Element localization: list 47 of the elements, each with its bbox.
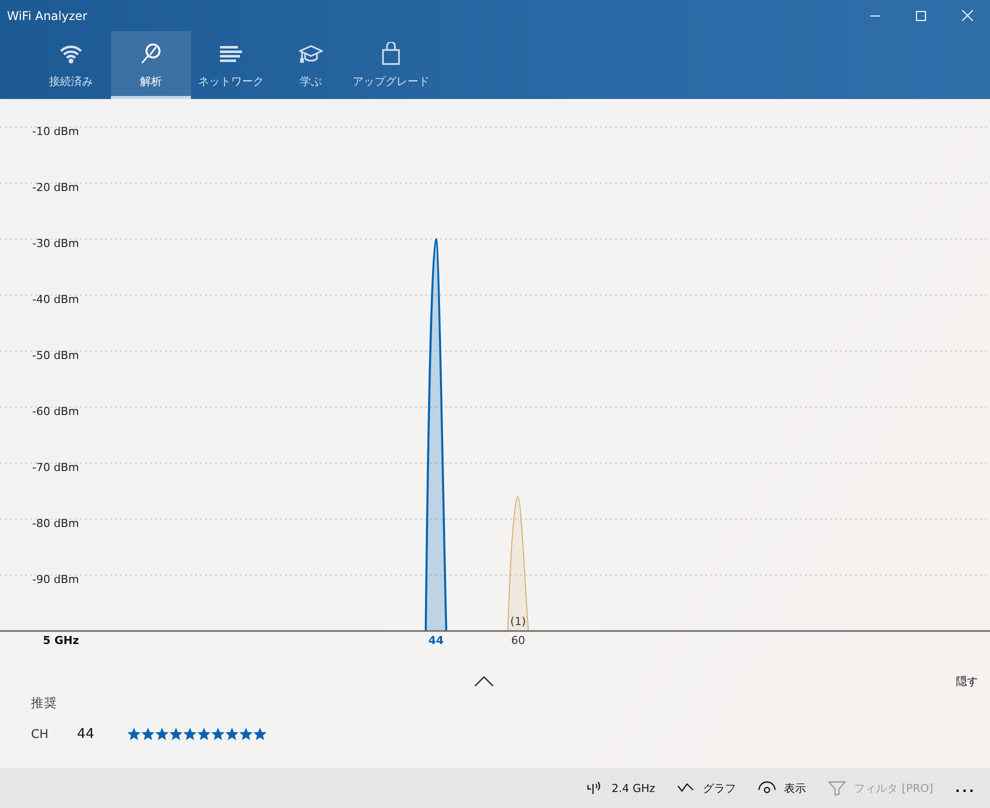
channel-label: CH [31,727,50,741]
axis-label: -40 dBm [32,293,79,306]
filter-icon [828,780,846,796]
star-icon [127,727,141,741]
hide-link[interactable]: 隠す [956,674,978,688]
axis-label: -30 dBm [32,237,79,250]
axis-label: -70 dBm [32,461,79,474]
star-icon [239,727,253,741]
axis-label: -20 dBm [32,181,79,194]
nav-tab[interactable]: ネットワーク [191,31,271,99]
star-icon [253,727,267,741]
axis-label: -60 dBm [32,405,79,418]
channel-value: 44 [77,726,96,742]
network-count-label: (1) [510,615,526,628]
section-title: 推奨 [31,695,58,712]
axis-label: -10 dBm [32,125,79,138]
star-icon [197,727,211,741]
chevron-up-icon [474,676,494,686]
nav-tab[interactable]: 学ぶ [271,31,351,99]
star-icon [211,727,225,741]
collapse-button[interactable] [474,676,494,686]
star-icon [183,727,197,741]
star-icon [155,727,169,741]
nav-tab[interactable]: 接続済み [31,31,111,99]
axis-label: -80 dBm [32,517,79,530]
eye-icon [758,780,776,796]
signal-curve[interactable] [507,496,529,632]
close-icon [962,10,972,21]
more-button[interactable]: ... [955,780,976,796]
channel-label: 60 [511,634,526,647]
nav-tab[interactable]: 解析 [111,31,191,99]
signal-curve[interactable] [424,238,448,632]
window-title: WiFi Analyzer [6,8,88,22]
channel-label: 44 [428,634,444,647]
star-icon [225,727,239,741]
axis-label: -90 dBm [32,573,79,586]
shopping-bag-icon [379,42,403,66]
star-icon [141,727,155,741]
toolbar-button[interactable]: 表示 [758,780,806,796]
maximize-icon [916,10,926,20]
band-label: 5 GHz [42,634,79,647]
toolbar-button[interactable]: グラフ [677,780,736,796]
nav-tab[interactable]: アップグレード [351,31,431,99]
star-icon [169,727,183,741]
magnifier-icon [139,42,163,66]
toolbar-button[interactable]: 2.4 GHz [586,780,656,796]
axis-label: -50 dBm [32,349,79,362]
